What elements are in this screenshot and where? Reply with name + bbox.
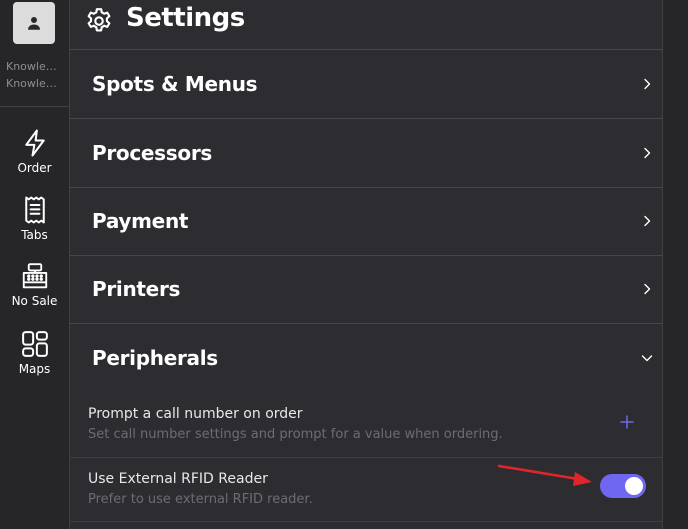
section-title: Printers <box>92 277 181 301</box>
section-title: Processors <box>92 141 212 165</box>
section-title: Payment <box>92 209 189 233</box>
setting-call-number: Prompt a call number on order Set call n… <box>70 406 664 470</box>
layout-grid-icon <box>21 331 48 357</box>
sidebar-item-label: Order <box>17 161 52 175</box>
page-header: Settings <box>70 0 664 50</box>
divider <box>70 521 664 522</box>
user-name-line-1: Knowledge Base <box>6 60 63 73</box>
section-payment[interactable]: Payment <box>70 188 664 256</box>
lightning-icon <box>24 129 45 157</box>
section-spots-and-menus[interactable]: Spots & Menus <box>70 51 664 119</box>
rfid-reader-toggle[interactable] <box>600 474 646 498</box>
chevron-right-icon <box>644 147 651 159</box>
background-area <box>663 0 688 529</box>
sidebar-item-label: Tabs <box>21 228 48 242</box>
gear-icon <box>87 8 111 32</box>
chevron-right-icon <box>644 283 651 295</box>
sidebar-item-label: Maps <box>18 362 51 376</box>
sidebar-item-order[interactable]: Order <box>0 128 69 190</box>
app-window: Knowledge Base Knowledge Base Order Tabs <box>0 0 688 529</box>
section-title: Peripherals <box>92 346 218 370</box>
section-processors[interactable]: Processors <box>70 120 664 188</box>
user-icon <box>28 17 40 30</box>
divider <box>70 457 664 458</box>
sidebar-divider <box>0 106 69 107</box>
avatar[interactable] <box>13 2 55 44</box>
section-peripherals[interactable]: Peripherals <box>70 325 664 393</box>
setting-description: Set call number settings and prompt for … <box>88 427 503 442</box>
chevron-down-icon <box>641 355 653 362</box>
settings-panel: Settings Spots & Menus Processors Paymen… <box>69 0 664 529</box>
setting-description: Prefer to use external RFID reader. <box>88 492 313 507</box>
sidebar-item-label: No Sale <box>11 294 58 308</box>
add-icon[interactable] <box>618 413 636 431</box>
section-printers[interactable]: Printers <box>70 256 664 324</box>
sidebar-item-no-sale[interactable]: No Sale <box>0 261 69 323</box>
section-title: Spots & Menus <box>92 72 258 96</box>
receipt-icon <box>24 196 45 224</box>
sidebar-item-tabs[interactable]: Tabs <box>0 195 69 257</box>
page-title: Settings <box>126 3 245 33</box>
setting-title: Use External RFID Reader <box>88 471 268 487</box>
chevron-right-icon <box>644 78 651 90</box>
toggle-knob <box>625 477 643 495</box>
sidebar-item-maps[interactable]: Maps <box>0 329 69 391</box>
setting-title: Prompt a call number on order <box>88 406 303 422</box>
chevron-right-icon <box>644 215 651 227</box>
user-name-line-2: Knowledge Base <box>6 77 63 90</box>
sidebar: Knowledge Base Knowledge Base Order Tabs <box>0 0 69 529</box>
cash-register-icon <box>22 263 47 289</box>
